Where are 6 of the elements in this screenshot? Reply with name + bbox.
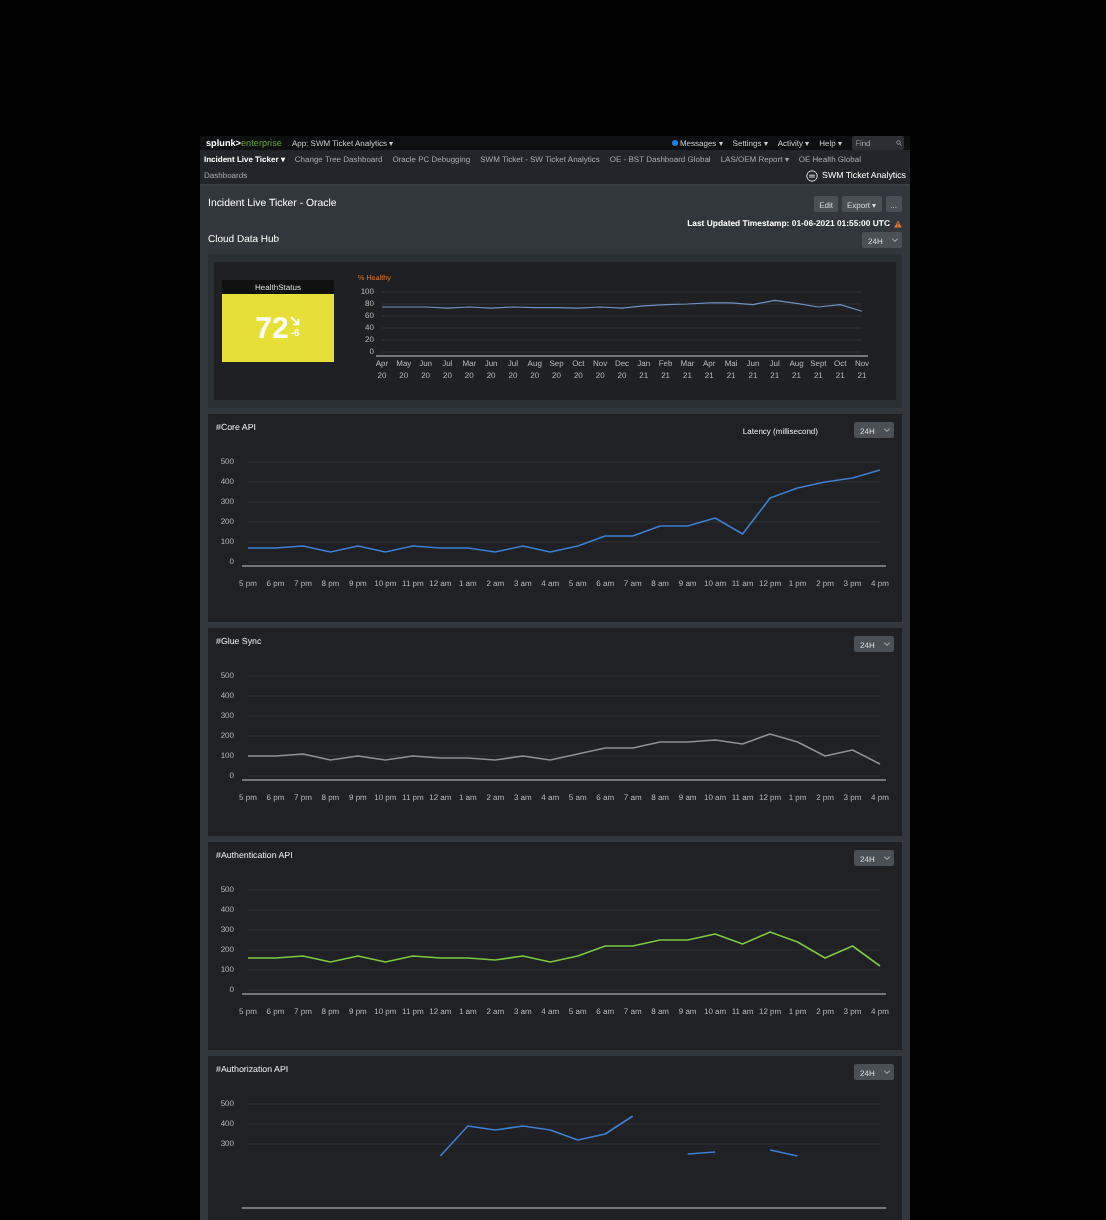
trend-arrow-icon [290, 316, 301, 326]
warning-icon [894, 219, 902, 227]
search-icon [895, 140, 901, 146]
app-logo-icon [806, 169, 819, 181]
single-value: 72 [255, 311, 289, 345]
message-badge-icon [671, 140, 678, 146]
